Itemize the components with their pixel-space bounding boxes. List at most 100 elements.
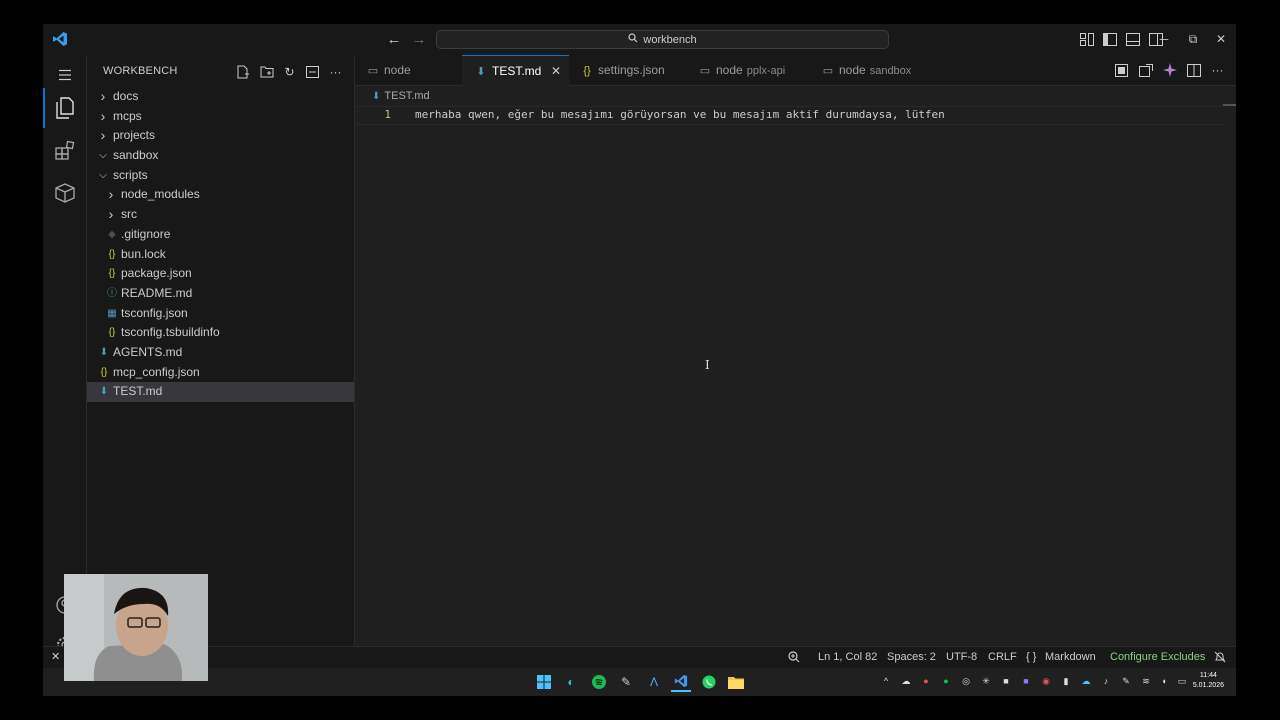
info-file-icon: ⓘ <box>107 287 117 299</box>
activity-bar <box>43 55 87 656</box>
tree-item-label: tsconfig.tsbuildinfo <box>121 325 220 340</box>
collapse-all-icon[interactable] <box>304 63 321 80</box>
tab-settings-json[interactable]: {} settings.json <box>569 55 687 85</box>
battery-icon[interactable]: ▭ <box>1175 673 1189 689</box>
tray-app-icon[interactable]: ☁ <box>1079 673 1093 689</box>
editor-tabs: ▭ node ⬇ TEST.md ✕ {} settings.json ▭ node pp… <box>355 55 1236 86</box>
tree-folder[interactable]: ⌵ scripts <box>87 166 354 186</box>
webcam-overlay <box>64 574 208 681</box>
tray-app-icon[interactable]: ■ <box>999 673 1013 689</box>
tree-file[interactable]: {} mcp_config.json <box>87 363 354 383</box>
tree-file[interactable]: ▦ tsconfig.json <box>87 304 354 324</box>
package-box-icon[interactable] <box>43 173 87 213</box>
status-bar: ✕ Ln 1, Col 82 Spaces: 2 UTF-8 CRLF { } … <box>43 646 1236 668</box>
toggle-panel-icon[interactable] <box>1124 30 1141 48</box>
vscode-taskbar-icon[interactable] <box>671 672 691 692</box>
tree-folder[interactable]: › node_modules <box>87 185 354 205</box>
file-explorer-icon[interactable] <box>726 672 746 692</box>
minimap[interactable] <box>1223 104 1236 106</box>
tray-app-icon[interactable]: ● <box>919 673 933 689</box>
more-actions-icon[interactable]: ··· <box>327 63 344 80</box>
show-hidden-icons-icon[interactable]: ^ <box>879 673 893 689</box>
tsconfig-file-icon: ▦ <box>107 307 117 319</box>
tab-node[interactable]: ▭ node <box>355 55 451 85</box>
tree-folder[interactable]: › src <box>87 205 354 225</box>
command-center-label: workbench <box>643 34 697 46</box>
tab-node-sandbox[interactable]: ▭ node sandbox <box>810 55 938 85</box>
tree-item-label: AGENTS.md <box>113 344 183 359</box>
tree-folder[interactable]: › docs <box>87 87 354 107</box>
configure-excludes[interactable]: Configure Excludes <box>1110 647 1205 668</box>
more-editor-actions-icon[interactable]: ··· <box>1209 61 1226 79</box>
tree-file[interactable]: {} bun.lock <box>87 245 354 265</box>
microphone-icon[interactable]: ♪ <box>1099 673 1113 689</box>
tray-spotify-icon[interactable]: ● <box>939 673 953 689</box>
command-center-search[interactable]: workbench <box>436 30 889 49</box>
tree-file[interactable]: ⬇ AGENTS.md <box>87 343 354 363</box>
language-mode[interactable]: Markdown <box>1045 647 1096 668</box>
customize-layout-icon[interactable] <box>1078 30 1095 48</box>
spotify-icon[interactable] <box>589 672 609 692</box>
tray-app-icon[interactable]: ◉ <box>1039 673 1053 689</box>
minimize-icon[interactable]: ─ <box>1152 29 1176 49</box>
indentation[interactable]: Spaces: 2 <box>887 647 936 668</box>
cursor-position[interactable]: Ln 1, Col 82 <box>818 647 877 668</box>
close-tab-icon[interactable]: ✕ <box>551 56 561 86</box>
restore-icon[interactable]: ⧉ <box>1181 29 1205 49</box>
wifi-icon[interactable]: ≋ <box>1139 673 1153 689</box>
whatsapp-icon[interactable] <box>699 672 719 692</box>
windows-start-icon[interactable] <box>534 672 554 692</box>
tree-file[interactable]: {} package.json <box>87 264 354 284</box>
tray-app-icon[interactable]: ▮ <box>1059 673 1073 689</box>
remote-icon[interactable]: ✕ <box>51 647 60 668</box>
tree-item-label: projects <box>113 128 156 143</box>
encoding[interactable]: UTF-8 <box>946 647 977 668</box>
tab-test-md[interactable]: ⬇ TEST.md ✕ <box>462 55 569 86</box>
tray-app-icon[interactable]: ■ <box>1019 673 1033 689</box>
terminal-icon: ▭ <box>367 65 379 77</box>
forward-arrow-icon[interactable]: → <box>409 30 429 50</box>
tree-file[interactable]: {} tsconfig.tsbuildinfo <box>87 323 354 343</box>
notifications-off-icon[interactable] <box>1214 647 1226 668</box>
markdown-icon: ⬇ <box>476 66 486 78</box>
new-file-icon[interactable] <box>235 63 252 80</box>
notepad-icon[interactable]: ✎ <box>616 672 636 692</box>
clock-time: 11:44 <box>1199 672 1217 679</box>
edge-browser-icon[interactable]: ◐ <box>561 672 581 692</box>
pen-icon[interactable]: ✎ <box>1119 673 1133 689</box>
tray-app-icon[interactable]: ☁ <box>899 673 913 689</box>
tree-file[interactable]: ⬇ TEST.md <box>87 382 354 402</box>
toggle-primary-sidebar-icon[interactable] <box>1101 30 1118 48</box>
current-line[interactable]: 1 merhaba qwen, eğer bu mesajımı görüyor… <box>355 106 1223 125</box>
tree-item-label: .gitignore <box>121 226 171 241</box>
tree-file[interactable]: ⓘ README.md <box>87 284 354 304</box>
tree-folder[interactable]: ⌵ sandbox <box>87 146 354 166</box>
tree-folder[interactable]: › mcps <box>87 107 354 127</box>
open-preview-icon[interactable] <box>1113 61 1130 79</box>
tree-file[interactable]: ◆ .gitignore <box>87 225 354 245</box>
system-clock[interactable]: 11:44 5.01.2026 <box>1193 671 1224 691</box>
extensions-icon[interactable] <box>43 130 87 170</box>
volume-icon[interactable]: ◖ <box>1157 673 1171 689</box>
new-folder-icon[interactable] <box>258 63 275 80</box>
refresh-icon[interactable]: ↻ <box>281 63 298 80</box>
open-preview-side-icon[interactable] <box>1137 61 1154 79</box>
back-arrow-icon[interactable]: ← <box>384 30 404 50</box>
line-text[interactable]: merhaba qwen, eğer bu mesajımı görüyorsa… <box>415 108 945 121</box>
split-editor-icon[interactable] <box>1185 61 1202 79</box>
end-of-line[interactable]: CRLF <box>988 647 1017 668</box>
zoom-icon[interactable] <box>788 647 800 668</box>
close-window-icon[interactable]: ✕ <box>1209 29 1233 49</box>
clock-date: 5.01.2026 <box>1192 682 1224 689</box>
app-a-icon[interactable]: Λ <box>644 672 664 692</box>
tray-app-icon[interactable]: ◎ <box>959 673 973 689</box>
editor-area[interactable]: ⬇ TEST.md 1 merhaba qwen, eğer bu mesajım… <box>355 86 1236 656</box>
breadcrumb[interactable]: ⬇ TEST.md <box>372 90 430 102</box>
tree-folder[interactable]: › projects <box>87 126 354 146</box>
copilot-sparkle-icon[interactable] <box>1161 61 1178 79</box>
chevron-right-icon: › <box>108 206 114 223</box>
tab-node-pplx-api[interactable]: ▭ node pplx-api <box>687 55 810 85</box>
tray-app-icon[interactable]: ✳ <box>979 673 993 689</box>
explorer-icon[interactable] <box>43 88 87 128</box>
text-cursor-icon: I <box>705 358 710 372</box>
